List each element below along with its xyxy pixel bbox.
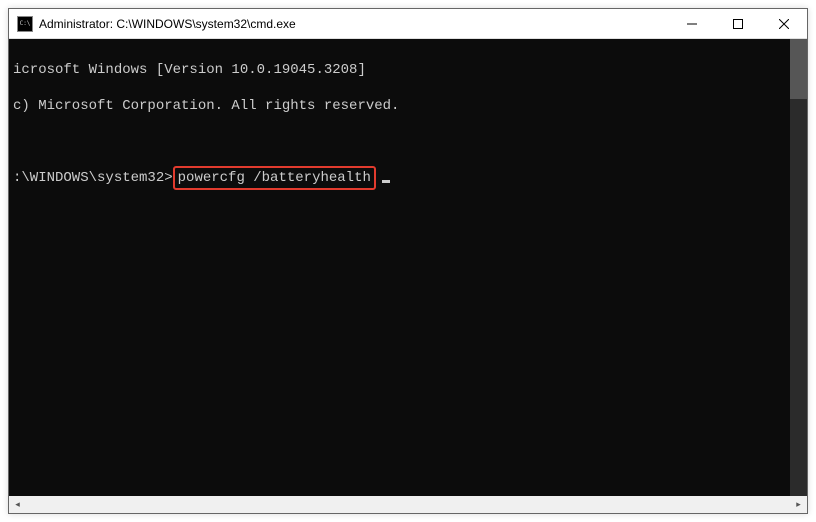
output-line: icrosoft Windows [Version 10.0.19045.320…	[13, 61, 807, 79]
prompt-line: :\WINDOWS\system32> powercfg /batteryheal…	[13, 169, 807, 187]
command-highlight: powercfg /batteryhealth	[173, 166, 376, 190]
vertical-scrollbar[interactable]	[790, 39, 807, 496]
window-controls	[669, 9, 807, 38]
cmd-icon	[17, 16, 33, 32]
terminal-output[interactable]: icrosoft Windows [Version 10.0.19045.320…	[9, 39, 807, 496]
output-line: c) Microsoft Corporation. All rights res…	[13, 97, 807, 115]
horizontal-scrollbar[interactable]: ◂ ▸	[9, 496, 807, 513]
titlebar[interactable]: Administrator: C:\WINDOWS\system32\cmd.e…	[9, 9, 807, 39]
minimize-button[interactable]	[669, 9, 715, 38]
blank-line	[13, 133, 807, 151]
text-cursor	[382, 180, 390, 183]
command-text: powercfg /batteryhealth	[178, 170, 371, 186]
scroll-left-arrow[interactable]: ◂	[9, 496, 26, 513]
window-title: Administrator: C:\WINDOWS\system32\cmd.e…	[39, 17, 669, 31]
cmd-window: Administrator: C:\WINDOWS\system32\cmd.e…	[8, 8, 808, 514]
terminal-container: icrosoft Windows [Version 10.0.19045.320…	[9, 39, 807, 513]
maximize-button[interactable]	[715, 9, 761, 38]
vertical-scroll-thumb[interactable]	[790, 39, 807, 99]
prompt-text: :\WINDOWS\system32>	[13, 170, 173, 186]
close-button[interactable]	[761, 9, 807, 38]
scroll-right-arrow[interactable]: ▸	[790, 496, 807, 513]
